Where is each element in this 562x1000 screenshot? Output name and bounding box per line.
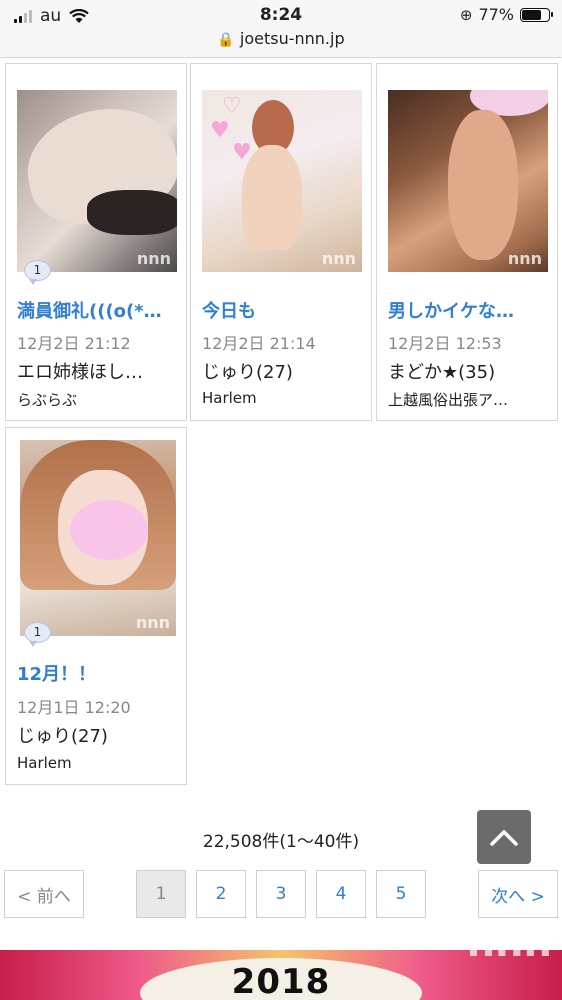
post-date: 12月1日 12:20 bbox=[17, 698, 131, 717]
post-title[interactable]: 男しかイケな… bbox=[388, 297, 550, 323]
post-author[interactable]: じゅり(27) bbox=[17, 722, 179, 748]
watermark: nnn bbox=[507, 249, 542, 268]
status-bar: au 8:24 ⊕ 77% 🔒 joetsu-nnn.jp bbox=[0, 0, 562, 58]
page-button-5[interactable]: 5 bbox=[376, 870, 426, 918]
watermark: nnn bbox=[321, 249, 356, 268]
status-right: ⊕ 77% bbox=[459, 5, 553, 24]
banner-year: 2018 bbox=[231, 962, 331, 1000]
post-card[interactable]: nnn 男しかイケな… 12月2日 12:53 まどか★(35) 上越風俗出張ア… bbox=[376, 63, 558, 421]
post-title[interactable]: 今日も bbox=[202, 297, 364, 323]
page-button-1[interactable]: 1 bbox=[136, 870, 186, 918]
post-card[interactable]: nnn 1 満員御礼(((o(*… 12月2日 21:12 エロ姉様ほし… らぶ… bbox=[5, 63, 187, 421]
scroll-to-top-button[interactable] bbox=[477, 810, 531, 864]
battery-percent: 77% bbox=[478, 5, 514, 24]
post-date: 12月2日 21:14 bbox=[202, 334, 316, 353]
lock-icon: 🔒 bbox=[217, 32, 235, 48]
heart-icon: ♡ bbox=[222, 94, 242, 119]
heart-icon: ♥ bbox=[232, 140, 252, 165]
post-shop[interactable]: Harlem bbox=[17, 754, 179, 772]
post-thumbnail[interactable]: nnn bbox=[17, 90, 177, 272]
chevron-up-icon bbox=[490, 830, 518, 846]
heart-icon: ♥ bbox=[210, 118, 230, 143]
comment-count-badge: 1 bbox=[24, 622, 51, 647]
url-text: joetsu-nnn.jp bbox=[239, 29, 345, 48]
post-date: 12月2日 21:12 bbox=[17, 334, 131, 353]
post-author[interactable]: まどか★(35) bbox=[388, 358, 550, 384]
page-button-2[interactable]: 2 bbox=[196, 870, 246, 918]
post-card[interactable]: ♡ ♥ ♥ nnn 今日も 12月2日 21:14 じゅり(27) Harlem bbox=[190, 63, 372, 421]
post-title[interactable]: 12月！！ bbox=[17, 660, 179, 686]
page-button-4[interactable]: 4 bbox=[316, 870, 366, 918]
post-title[interactable]: 満員御礼(((o(*… bbox=[17, 297, 179, 323]
post-card[interactable]: nnn 1 12月！！ 12月1日 12:20 じゅり(27) Harlem bbox=[5, 427, 187, 785]
watermark: nnn bbox=[136, 249, 171, 268]
post-shop[interactable]: 上越風俗出張ア… bbox=[388, 389, 550, 410]
heart-sticker bbox=[70, 500, 148, 560]
comment-count-badge: 1 bbox=[24, 260, 51, 285]
page-button-3[interactable]: 3 bbox=[256, 870, 306, 918]
post-shop[interactable]: らぶらぶ bbox=[17, 389, 179, 410]
post-thumbnail[interactable]: nnn bbox=[20, 440, 176, 636]
prev-page-button[interactable]: < 前へ bbox=[4, 870, 84, 918]
post-shop[interactable]: Harlem bbox=[202, 389, 364, 407]
battery-icon bbox=[520, 7, 553, 22]
watermark: nnn bbox=[467, 950, 552, 966]
address-bar[interactable]: 🔒 joetsu-nnn.jp bbox=[0, 29, 562, 48]
post-author[interactable]: じゅり(27) bbox=[202, 358, 364, 384]
promo-banner[interactable]: 2018 nnn bbox=[0, 950, 562, 1000]
next-page-button[interactable]: 次へ > bbox=[478, 870, 558, 918]
post-thumbnail[interactable]: nnn bbox=[388, 90, 548, 272]
post-thumbnail[interactable]: ♡ ♥ ♥ nnn bbox=[202, 90, 362, 272]
watermark: nnn bbox=[135, 613, 170, 632]
post-date: 12月2日 12:53 bbox=[388, 334, 502, 353]
rotation-lock-icon: ⊕ bbox=[459, 5, 473, 24]
post-author[interactable]: エロ姉様ほし… bbox=[17, 358, 179, 384]
